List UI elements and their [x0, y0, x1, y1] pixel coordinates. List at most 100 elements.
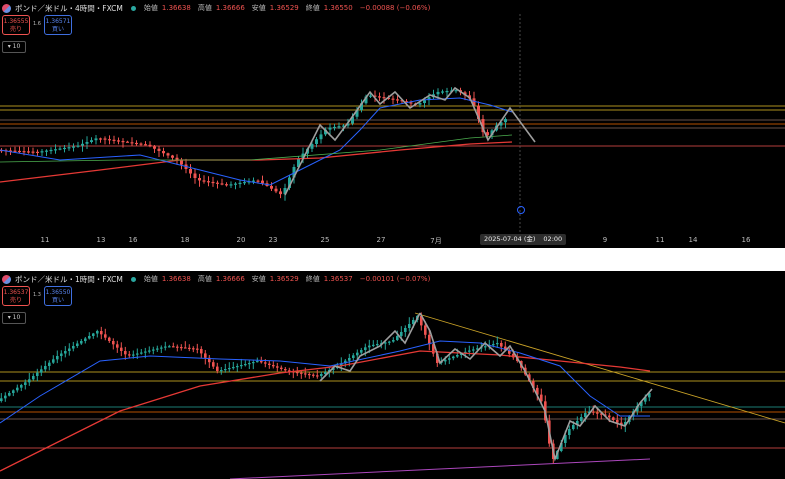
- low-value: 1.36529: [269, 4, 299, 12]
- candle-body: [376, 344, 379, 346]
- candle-body: [16, 387, 19, 391]
- symbol-title[interactable]: ポンド／米ドル・4時間・FXCM: [15, 3, 123, 14]
- candle-body: [216, 366, 219, 371]
- candle-body: [22, 151, 26, 153]
- candle-body: [270, 186, 273, 189]
- candle-body: [261, 180, 264, 184]
- candle-body: [472, 349, 475, 351]
- candle-body: [220, 183, 224, 185]
- candle-body: [264, 362, 267, 364]
- spread-value: 1.6: [33, 21, 41, 27]
- buy-price: 1.36571: [45, 18, 71, 25]
- chart-panel-1h[interactable]: ポンド／米ドル・1時間・FXCM 始値 1.36638 高値 1.36666 安値 1…: [0, 271, 785, 479]
- candle-body: [592, 411, 595, 413]
- candle-body: [207, 181, 210, 183]
- candle-body: [189, 169, 192, 174]
- indicators-toggle[interactable]: ▾ 10: [2, 41, 26, 53]
- candle-body: [32, 376, 35, 380]
- candle-body: [256, 180, 260, 182]
- open-value: 1.36638: [161, 4, 191, 12]
- candle-body: [580, 417, 583, 421]
- candle-body: [492, 344, 495, 346]
- buy-button[interactable]: 1.36550 買い: [43, 286, 72, 306]
- x-tick: 27: [376, 236, 386, 244]
- candle-body: [40, 369, 43, 373]
- candle-body: [196, 348, 199, 350]
- candle-body: [300, 372, 303, 374]
- candle-body: [236, 366, 239, 368]
- indicator-count: 10: [12, 43, 21, 50]
- sell-label: 売り: [9, 26, 22, 33]
- candle-body: [596, 412, 599, 414]
- close-label: 終値: [305, 275, 320, 283]
- candle-body: [315, 139, 318, 144]
- candle-body: [116, 344, 119, 348]
- panel-separator: [0, 248, 785, 271]
- price-chart-4h[interactable]: [0, 0, 785, 248]
- candle-body: [260, 361, 263, 363]
- moving-average-mid: [0, 134, 513, 163]
- candle-body: [608, 415, 611, 418]
- indicators-toggle[interactable]: ▾ 10: [2, 312, 26, 324]
- low-value: 1.36529: [269, 275, 299, 283]
- candle-body: [58, 148, 62, 150]
- candle-body: [452, 356, 455, 359]
- gbpusd-flag-icon: [2, 274, 11, 284]
- candle-body: [320, 374, 323, 376]
- trend-line-purple: [229, 458, 651, 479]
- candle-body: [36, 151, 39, 153]
- candle-body: [572, 425, 575, 429]
- candle-body: [224, 369, 227, 371]
- candle-body: [316, 375, 319, 377]
- change-value: −0.00101 (−0.07%): [359, 275, 431, 283]
- candle-body: [400, 332, 403, 336]
- time-axis[interactable]: 11 13 16 18 20 23 25 27 7月 9 11 14 16: [0, 234, 785, 248]
- candle-body: [63, 147, 66, 150]
- candle-body: [378, 96, 381, 98]
- high-label: 高値: [197, 4, 212, 12]
- candle-body: [441, 91, 444, 93]
- candle-body: [157, 148, 161, 151]
- sell-button[interactable]: 1.36537 売り: [2, 286, 30, 306]
- candle-body: [616, 420, 619, 423]
- spread-value: 1.3: [33, 292, 41, 298]
- candle-body: [90, 140, 93, 142]
- candle-body: [333, 126, 336, 129]
- crosshair-date: 2025-07-04 (金): [484, 235, 536, 243]
- candle-body: [356, 352, 359, 356]
- candle-body: [94, 138, 98, 141]
- candle-body: [24, 382, 27, 385]
- candle-body: [391, 98, 395, 100]
- x-tick: 25: [320, 236, 330, 244]
- sell-button[interactable]: 1.36555 売り: [2, 15, 30, 35]
- candle-body: [120, 347, 123, 351]
- candle-body: [28, 379, 31, 383]
- candle-body: [484, 346, 487, 348]
- candle-body: [40, 151, 44, 153]
- candle-body: [121, 141, 125, 143]
- symbol-title[interactable]: ポンド／米ドル・1時間・FXCM: [15, 274, 123, 285]
- candle-body: [445, 91, 449, 93]
- candle-body: [0, 398, 3, 401]
- price-chart-1h[interactable]: [0, 271, 785, 479]
- buy-button[interactable]: 1.36571 買い: [43, 15, 72, 35]
- candle-body: [388, 341, 391, 343]
- candle-body: [112, 341, 115, 345]
- chart-header: ポンド／米ドル・1時間・FXCM 始値 1.36638 高値 1.36666 安値 1…: [2, 273, 433, 285]
- candle-body: [72, 146, 75, 148]
- candle-body: [52, 359, 55, 363]
- candle-body: [418, 103, 422, 105]
- market-status-icon: [130, 276, 136, 282]
- crosshair-time-label: 2025-07-04 (金) 02:00: [480, 234, 567, 245]
- trend-line: [414, 312, 785, 424]
- candle-body: [156, 348, 159, 350]
- candle-body: [308, 374, 311, 376]
- chart-panel-4h[interactable]: ポンド／米ドル・4時間・FXCM 始値 1.36638 高値 1.36666 安値 1…: [0, 0, 785, 248]
- moving-average-fast: [0, 340, 650, 424]
- candle-body: [144, 144, 147, 146]
- candle-body: [396, 336, 399, 340]
- candle-body: [312, 374, 315, 376]
- candle-body: [56, 356, 59, 360]
- x-tick: 11: [655, 236, 665, 244]
- candle-body: [148, 144, 152, 147]
